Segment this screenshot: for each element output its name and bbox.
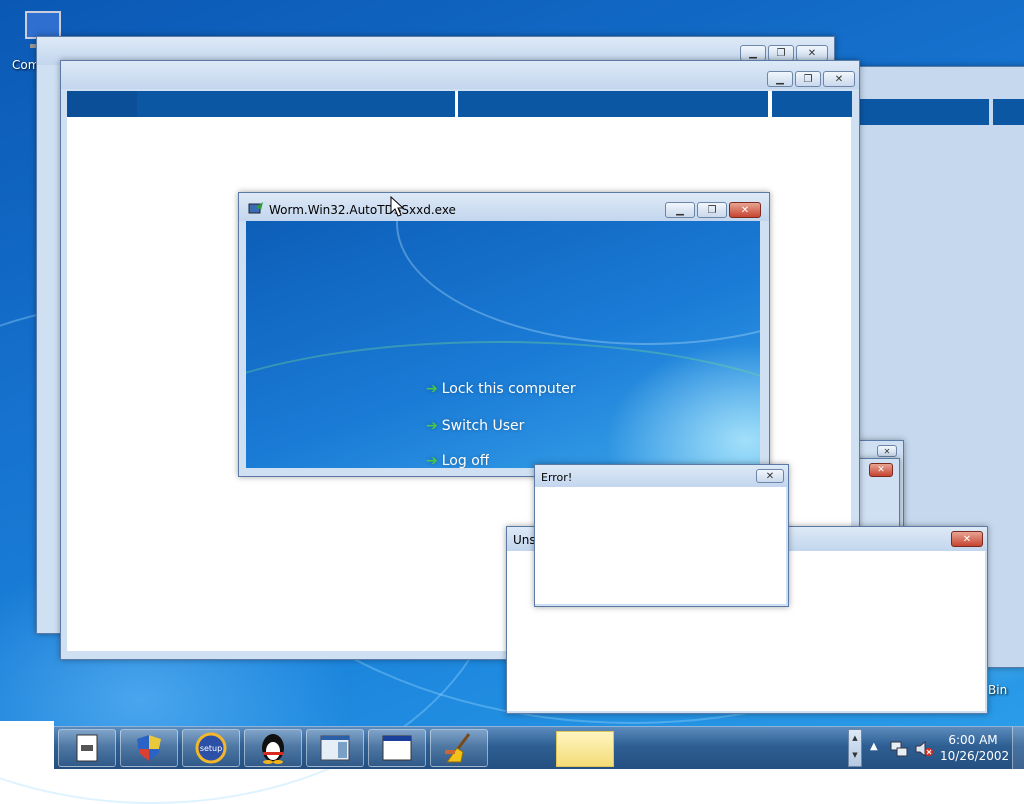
dialog-title: Uns — [513, 533, 536, 547]
broom-icon — [445, 733, 471, 763]
desktop: Com Bin ✕ ✕ ▁ ❐ ✕ ▁ ❐ ✕ Worm.Win32.AutoT… — [0, 0, 1024, 804]
minimize-button[interactable]: ▁ — [740, 45, 766, 61]
penguin-icon — [262, 734, 284, 764]
taskbar-button-setup[interactable]: setup — [182, 729, 240, 767]
window-controls: ▁ ❐ ✕ — [740, 45, 828, 61]
swirl-decoration — [246, 341, 760, 468]
taskbar-button-window-1[interactable] — [306, 729, 364, 767]
nav-strip — [137, 91, 455, 117]
show-hidden-icons-arrow[interactable]: ▲ — [870, 741, 878, 752]
taskbar-button-cleaner[interactable] — [430, 729, 488, 767]
window-controls: ✕ — [951, 531, 983, 547]
taskbar-button-qq[interactable] — [244, 729, 302, 767]
dialog-client-area — [535, 487, 786, 604]
close-button[interactable]: ✕ — [756, 469, 784, 483]
window-controls: ▁ ❐ ✕ — [665, 202, 761, 218]
close-button[interactable]: ✕ — [869, 463, 893, 477]
taskbar-button-window-2[interactable] — [368, 729, 426, 767]
clock-time[interactable]: 6:00 AM — [943, 733, 1003, 747]
maximize-button[interactable]: ❐ — [697, 202, 727, 218]
maximize-button[interactable]: ❐ — [795, 71, 821, 87]
nav-strip — [859, 99, 989, 125]
nav-strip — [772, 91, 852, 117]
main-window[interactable]: Worm.Win32.AutoTDSSxxd.exe ▁ ❐ ✕ ➔ Lock … — [238, 192, 770, 477]
window-icon — [320, 735, 350, 761]
window-icon — [382, 735, 412, 761]
menu-item-lock[interactable]: ➔ Lock this computer — [426, 381, 576, 397]
title-bar[interactable] — [61, 61, 859, 89]
swirl-decoration — [396, 221, 760, 345]
taskbar: setup ▲ ▼ ▲ 6:00 AM 10/26/2002 — [0, 721, 1024, 769]
menu-item-label: Lock this computer — [441, 381, 576, 397]
worm-exe-icon — [248, 202, 263, 214]
document-icon — [76, 734, 98, 762]
taskbar-button-document[interactable] — [58, 729, 116, 767]
desktop-icon-recycle-bin[interactable]: Bin — [988, 683, 1007, 697]
volume-muted-icon[interactable] — [914, 740, 934, 758]
maximize-button[interactable]: ❐ — [768, 45, 794, 61]
minimize-button[interactable]: ▁ — [665, 202, 695, 218]
taskbar-scroll[interactable]: ▲ ▼ — [848, 729, 862, 767]
window-controls: ✕ — [756, 469, 784, 483]
minimize-button[interactable]: ▁ — [767, 71, 793, 87]
dialog-title: Error! — [541, 471, 573, 484]
setup-icon: setup — [195, 732, 227, 764]
clock-date[interactable]: 10/26/2002 — [940, 749, 1009, 763]
window-title: Worm.Win32.AutoTDSSxxd.exe — [269, 203, 456, 217]
error-dialog[interactable]: Error! ✕ — [534, 464, 789, 607]
taskbar-button-shield[interactable] — [120, 729, 178, 767]
close-button[interactable]: ✕ — [729, 202, 761, 218]
nav-strip — [67, 91, 137, 117]
nav-strip — [458, 91, 768, 117]
network-icon[interactable] — [890, 740, 908, 758]
close-button[interactable]: ✕ — [823, 71, 855, 87]
mouse-cursor-icon — [390, 196, 404, 217]
menu-item-log-off[interactable]: ➔ Log off — [426, 454, 489, 468]
show-desktop-button[interactable] — [1012, 727, 1024, 769]
start-area[interactable] — [0, 721, 54, 769]
window-controls: ▁ ❐ ✕ — [767, 71, 855, 87]
green-arrow-icon: ➔ — [426, 418, 438, 434]
close-button[interactable]: ✕ — [796, 45, 828, 61]
close-button[interactable]: ✕ — [877, 445, 897, 457]
nav-strip — [993, 99, 1024, 125]
green-arrow-icon: ➔ — [426, 454, 438, 468]
svg-text:setup: setup — [200, 744, 222, 753]
shield-icon — [137, 735, 161, 761]
menu-item-switch-user[interactable]: ➔ Switch User — [426, 418, 524, 434]
close-button[interactable]: ✕ — [951, 531, 983, 547]
title-bar[interactable] — [535, 465, 788, 487]
menu-item-label: Log off — [441, 454, 490, 468]
menu-item-label: Switch User — [441, 418, 525, 434]
green-arrow-icon: ➔ — [426, 381, 438, 397]
taskbar-button-active[interactable] — [556, 731, 614, 767]
